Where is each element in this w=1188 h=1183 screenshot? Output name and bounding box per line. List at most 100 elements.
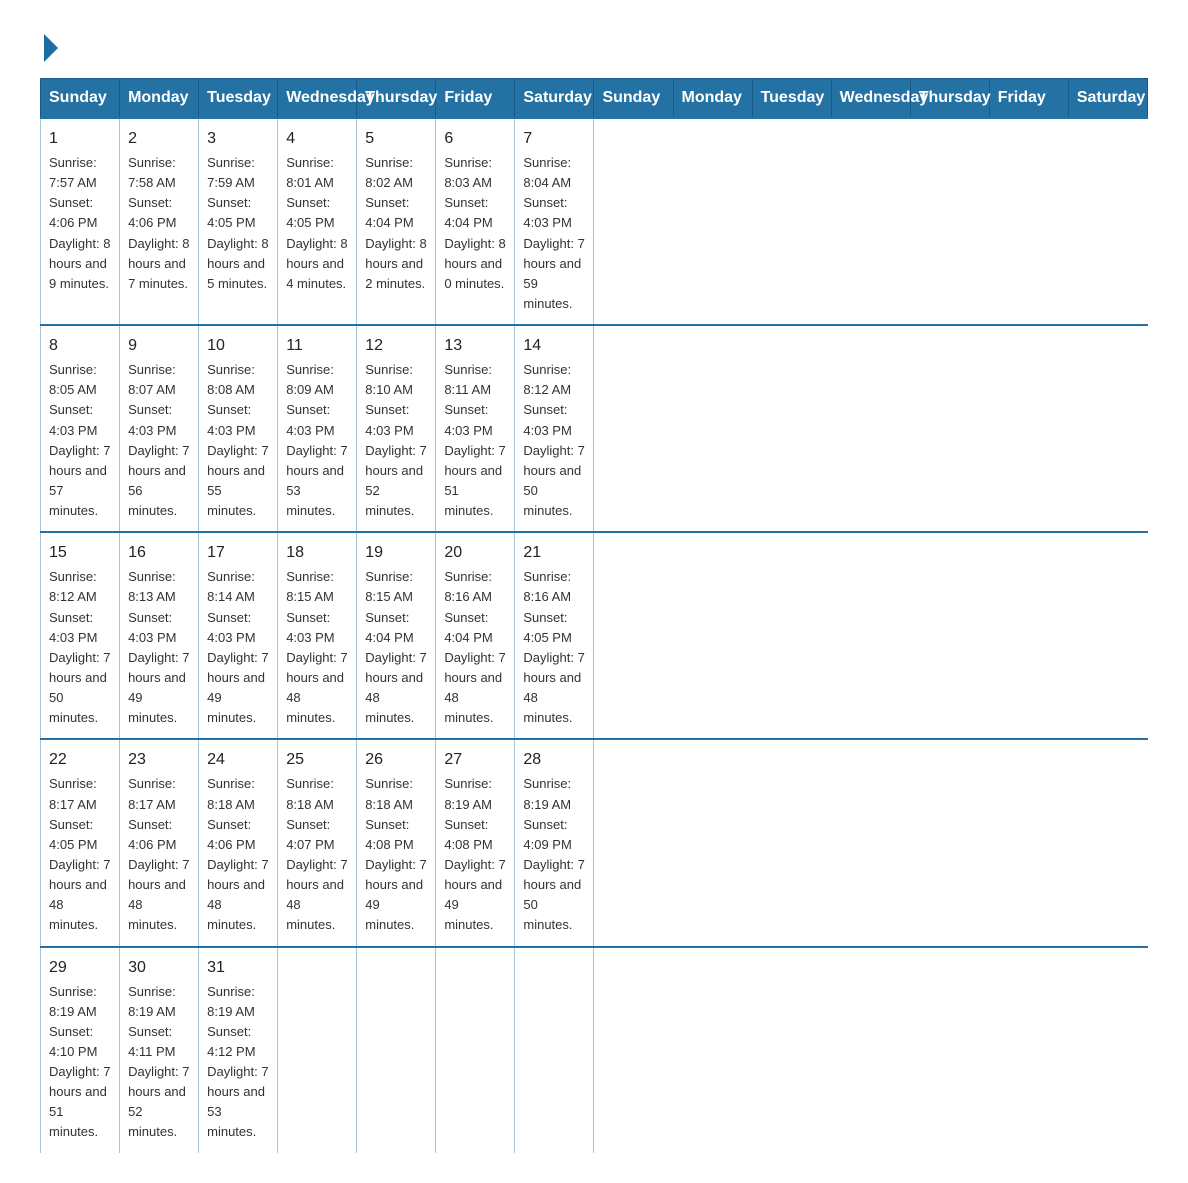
day-number: 24 [207,748,269,772]
day-info: Sunrise: 8:13 AMSunset: 4:03 PMDaylight:… [128,567,190,728]
day-info: Sunrise: 8:18 AMSunset: 4:07 PMDaylight:… [286,774,348,935]
header-thursday: Thursday [357,79,436,119]
day-number: 19 [365,541,427,565]
day-info: Sunrise: 8:15 AMSunset: 4:03 PMDaylight:… [286,567,348,728]
calendar-cell: 28Sunrise: 8:19 AMSunset: 4:09 PMDayligh… [515,739,594,946]
day-info: Sunrise: 8:07 AMSunset: 4:03 PMDaylight:… [128,360,190,521]
calendar-cell: 8Sunrise: 8:05 AMSunset: 4:03 PMDaylight… [41,325,120,532]
day-info: Sunrise: 8:18 AMSunset: 4:08 PMDaylight:… [365,774,427,935]
day-info: Sunrise: 8:19 AMSunset: 4:11 PMDaylight:… [128,982,190,1143]
day-info: Sunrise: 7:59 AMSunset: 4:05 PMDaylight:… [207,153,269,294]
day-info: Sunrise: 8:19 AMSunset: 4:08 PMDaylight:… [444,774,506,935]
calendar-cell: 17Sunrise: 8:14 AMSunset: 4:03 PMDayligh… [199,532,278,739]
day-number: 14 [523,334,585,358]
logo-arrow-icon [44,34,58,62]
day-info: Sunrise: 8:16 AMSunset: 4:05 PMDaylight:… [523,567,585,728]
calendar-week-row: 29Sunrise: 8:19 AMSunset: 4:10 PMDayligh… [41,947,1148,1153]
day-info: Sunrise: 8:11 AMSunset: 4:03 PMDaylight:… [444,360,506,521]
day-info: Sunrise: 8:19 AMSunset: 4:10 PMDaylight:… [49,982,111,1143]
calendar-cell: 2Sunrise: 7:58 AMSunset: 4:06 PMDaylight… [120,118,199,325]
header-monday: Monday [673,79,752,119]
header-friday: Friday [989,79,1068,119]
calendar-cell: 22Sunrise: 8:17 AMSunset: 4:05 PMDayligh… [41,739,120,946]
day-info: Sunrise: 7:57 AMSunset: 4:06 PMDaylight:… [49,153,111,294]
logo [40,30,58,58]
calendar-table: SundayMondayTuesdayWednesdayThursdayFrid… [40,78,1148,1153]
day-info: Sunrise: 8:05 AMSunset: 4:03 PMDaylight:… [49,360,111,521]
calendar-cell: 15Sunrise: 8:12 AMSunset: 4:03 PMDayligh… [41,532,120,739]
calendar-cell: 30Sunrise: 8:19 AMSunset: 4:11 PMDayligh… [120,947,199,1153]
day-number: 18 [286,541,348,565]
calendar-cell: 6Sunrise: 8:03 AMSunset: 4:04 PMDaylight… [436,118,515,325]
page-header [40,30,1148,58]
day-number: 3 [207,127,269,151]
day-number: 6 [444,127,506,151]
day-number: 23 [128,748,190,772]
day-number: 17 [207,541,269,565]
calendar-cell: 12Sunrise: 8:10 AMSunset: 4:03 PMDayligh… [357,325,436,532]
day-number: 10 [207,334,269,358]
day-info: Sunrise: 8:12 AMSunset: 4:03 PMDaylight:… [523,360,585,521]
calendar-cell: 13Sunrise: 8:11 AMSunset: 4:03 PMDayligh… [436,325,515,532]
header-sunday: Sunday [41,79,120,119]
day-info: Sunrise: 8:04 AMSunset: 4:03 PMDaylight:… [523,153,585,314]
day-number: 9 [128,334,190,358]
day-info: Sunrise: 8:19 AMSunset: 4:09 PMDaylight:… [523,774,585,935]
calendar-cell: 9Sunrise: 8:07 AMSunset: 4:03 PMDaylight… [120,325,199,532]
calendar-cell: 7Sunrise: 8:04 AMSunset: 4:03 PMDaylight… [515,118,594,325]
day-info: Sunrise: 7:58 AMSunset: 4:06 PMDaylight:… [128,153,190,294]
day-number: 8 [49,334,111,358]
day-info: Sunrise: 8:02 AMSunset: 4:04 PMDaylight:… [365,153,427,294]
day-number: 30 [128,956,190,980]
calendar-cell: 1Sunrise: 7:57 AMSunset: 4:06 PMDaylight… [41,118,120,325]
day-info: Sunrise: 8:16 AMSunset: 4:04 PMDaylight:… [444,567,506,728]
day-number: 21 [523,541,585,565]
day-number: 4 [286,127,348,151]
calendar-cell: 16Sunrise: 8:13 AMSunset: 4:03 PMDayligh… [120,532,199,739]
day-number: 13 [444,334,506,358]
calendar-cell: 26Sunrise: 8:18 AMSunset: 4:08 PMDayligh… [357,739,436,946]
day-number: 15 [49,541,111,565]
day-number: 1 [49,127,111,151]
calendar-cell: 18Sunrise: 8:15 AMSunset: 4:03 PMDayligh… [278,532,357,739]
header-thursday: Thursday [910,79,989,119]
header-wednesday: Wednesday [278,79,357,119]
header-tuesday: Tuesday [752,79,831,119]
calendar-cell [436,947,515,1153]
day-number: 22 [49,748,111,772]
day-number: 20 [444,541,506,565]
header-tuesday: Tuesday [199,79,278,119]
calendar-cell: 19Sunrise: 8:15 AMSunset: 4:04 PMDayligh… [357,532,436,739]
calendar-cell [357,947,436,1153]
day-info: Sunrise: 8:14 AMSunset: 4:03 PMDaylight:… [207,567,269,728]
day-info: Sunrise: 8:19 AMSunset: 4:12 PMDaylight:… [207,982,269,1143]
calendar-header-row: SundayMondayTuesdayWednesdayThursdayFrid… [41,79,1148,119]
day-info: Sunrise: 8:17 AMSunset: 4:06 PMDaylight:… [128,774,190,935]
day-number: 29 [49,956,111,980]
day-number: 7 [523,127,585,151]
calendar-week-row: 1Sunrise: 7:57 AMSunset: 4:06 PMDaylight… [41,118,1148,325]
day-number: 11 [286,334,348,358]
day-number: 12 [365,334,427,358]
day-info: Sunrise: 8:15 AMSunset: 4:04 PMDaylight:… [365,567,427,728]
calendar-cell: 25Sunrise: 8:18 AMSunset: 4:07 PMDayligh… [278,739,357,946]
calendar-cell: 14Sunrise: 8:12 AMSunset: 4:03 PMDayligh… [515,325,594,532]
calendar-cell: 21Sunrise: 8:16 AMSunset: 4:05 PMDayligh… [515,532,594,739]
header-saturday: Saturday [515,79,594,119]
day-info: Sunrise: 8:17 AMSunset: 4:05 PMDaylight:… [49,774,111,935]
day-number: 31 [207,956,269,980]
day-number: 2 [128,127,190,151]
calendar-week-row: 15Sunrise: 8:12 AMSunset: 4:03 PMDayligh… [41,532,1148,739]
calendar-week-row: 8Sunrise: 8:05 AMSunset: 4:03 PMDaylight… [41,325,1148,532]
calendar-cell: 27Sunrise: 8:19 AMSunset: 4:08 PMDayligh… [436,739,515,946]
calendar-cell: 29Sunrise: 8:19 AMSunset: 4:10 PMDayligh… [41,947,120,1153]
header-friday: Friday [436,79,515,119]
calendar-cell [278,947,357,1153]
day-info: Sunrise: 8:01 AMSunset: 4:05 PMDaylight:… [286,153,348,294]
day-info: Sunrise: 8:12 AMSunset: 4:03 PMDaylight:… [49,567,111,728]
day-number: 16 [128,541,190,565]
calendar-cell: 4Sunrise: 8:01 AMSunset: 4:05 PMDaylight… [278,118,357,325]
calendar-cell: 23Sunrise: 8:17 AMSunset: 4:06 PMDayligh… [120,739,199,946]
day-info: Sunrise: 8:08 AMSunset: 4:03 PMDaylight:… [207,360,269,521]
day-number: 25 [286,748,348,772]
